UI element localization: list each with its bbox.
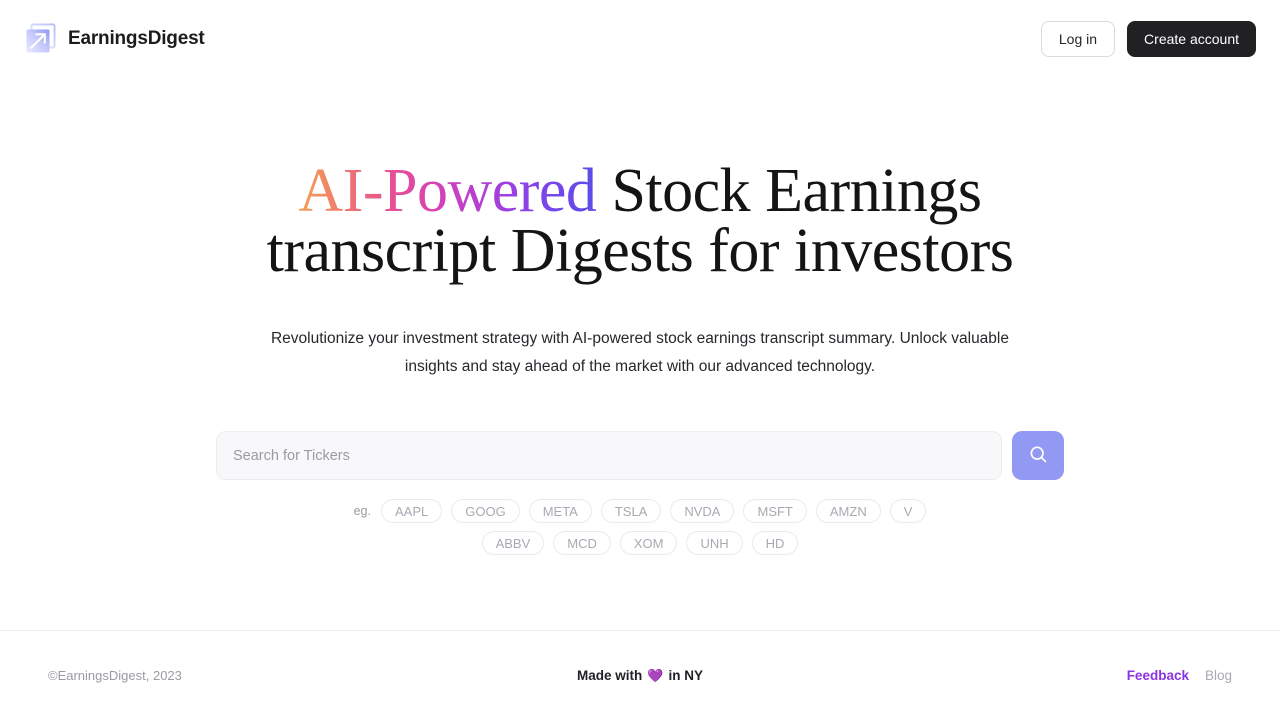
ticker-chip-meta[interactable]: META [528, 499, 592, 523]
made-with-prefix: Made with [577, 668, 643, 683]
made-with-suffix: in NY [668, 668, 703, 683]
ticker-chip-unh[interactable]: UNH [686, 531, 743, 555]
ticker-chip-msft[interactable]: MSFT [743, 499, 807, 523]
brand-logo-link[interactable]: EarningsDigest [24, 22, 205, 56]
ticker-chip-goog[interactable]: GOOG [451, 499, 520, 523]
ticker-chip-nvda[interactable]: NVDA [670, 499, 735, 523]
footer-links: Feedback Blog [1127, 668, 1232, 683]
search-input[interactable] [216, 431, 1002, 480]
create-account-button[interactable]: Create account [1127, 20, 1256, 57]
purple-heart-icon: 💜 [647, 668, 664, 683]
header-actions: Log in Create account [1040, 20, 1256, 57]
site-header: EarningsDigest Log in Create account [0, 0, 1280, 77]
page-title-gradient: AI-Powered [298, 157, 597, 225]
ticker-chip-hd[interactable]: HD [751, 531, 799, 555]
page-title: AI-Powered Stock Earnings transcript Dig… [200, 160, 1080, 282]
ticker-chip-mcd[interactable]: MCD [553, 531, 611, 555]
made-with-text: Made with 💜 in NY [577, 668, 703, 683]
hero-subtitle: Revolutionize your investment strategy w… [270, 330, 1009, 375]
ticker-chip-xom[interactable]: XOM [619, 531, 678, 555]
search-submit-button[interactable] [1012, 431, 1064, 480]
hero-section: AI-Powered Stock Earnings transcript Dig… [0, 77, 1280, 630]
ticker-chip-aapl[interactable]: AAPL [380, 499, 443, 523]
site-footer: ©EarningsDigest, 2023 Made with 💜 in NY … [0, 630, 1280, 720]
login-button[interactable]: Log in [1040, 20, 1116, 57]
ticker-chip-v[interactable]: V [889, 499, 927, 523]
search-icon [1028, 444, 1048, 467]
ticker-chip-abbv[interactable]: ABBV [481, 531, 545, 555]
search-bar [216, 431, 1064, 480]
ticker-chip-tsla[interactable]: TSLA [600, 499, 662, 523]
example-label: eg. [353, 504, 371, 518]
copyright-text: ©EarningsDigest, 2023 [48, 668, 182, 683]
blog-link[interactable]: Blog [1205, 668, 1232, 683]
feedback-link[interactable]: Feedback [1127, 668, 1189, 683]
ticker-chip-amzn[interactable]: AMZN [815, 499, 881, 523]
footer-center: Made with 💜 in NY [0, 668, 1280, 683]
arrow-up-right-square-logo-icon [24, 22, 58, 56]
example-tickers: eg. AAPL GOOG META TSLA NVDA MSFT AMZN V ABBV MCD… [330, 499, 950, 555]
brand-name: EarningsDigest [68, 28, 205, 49]
